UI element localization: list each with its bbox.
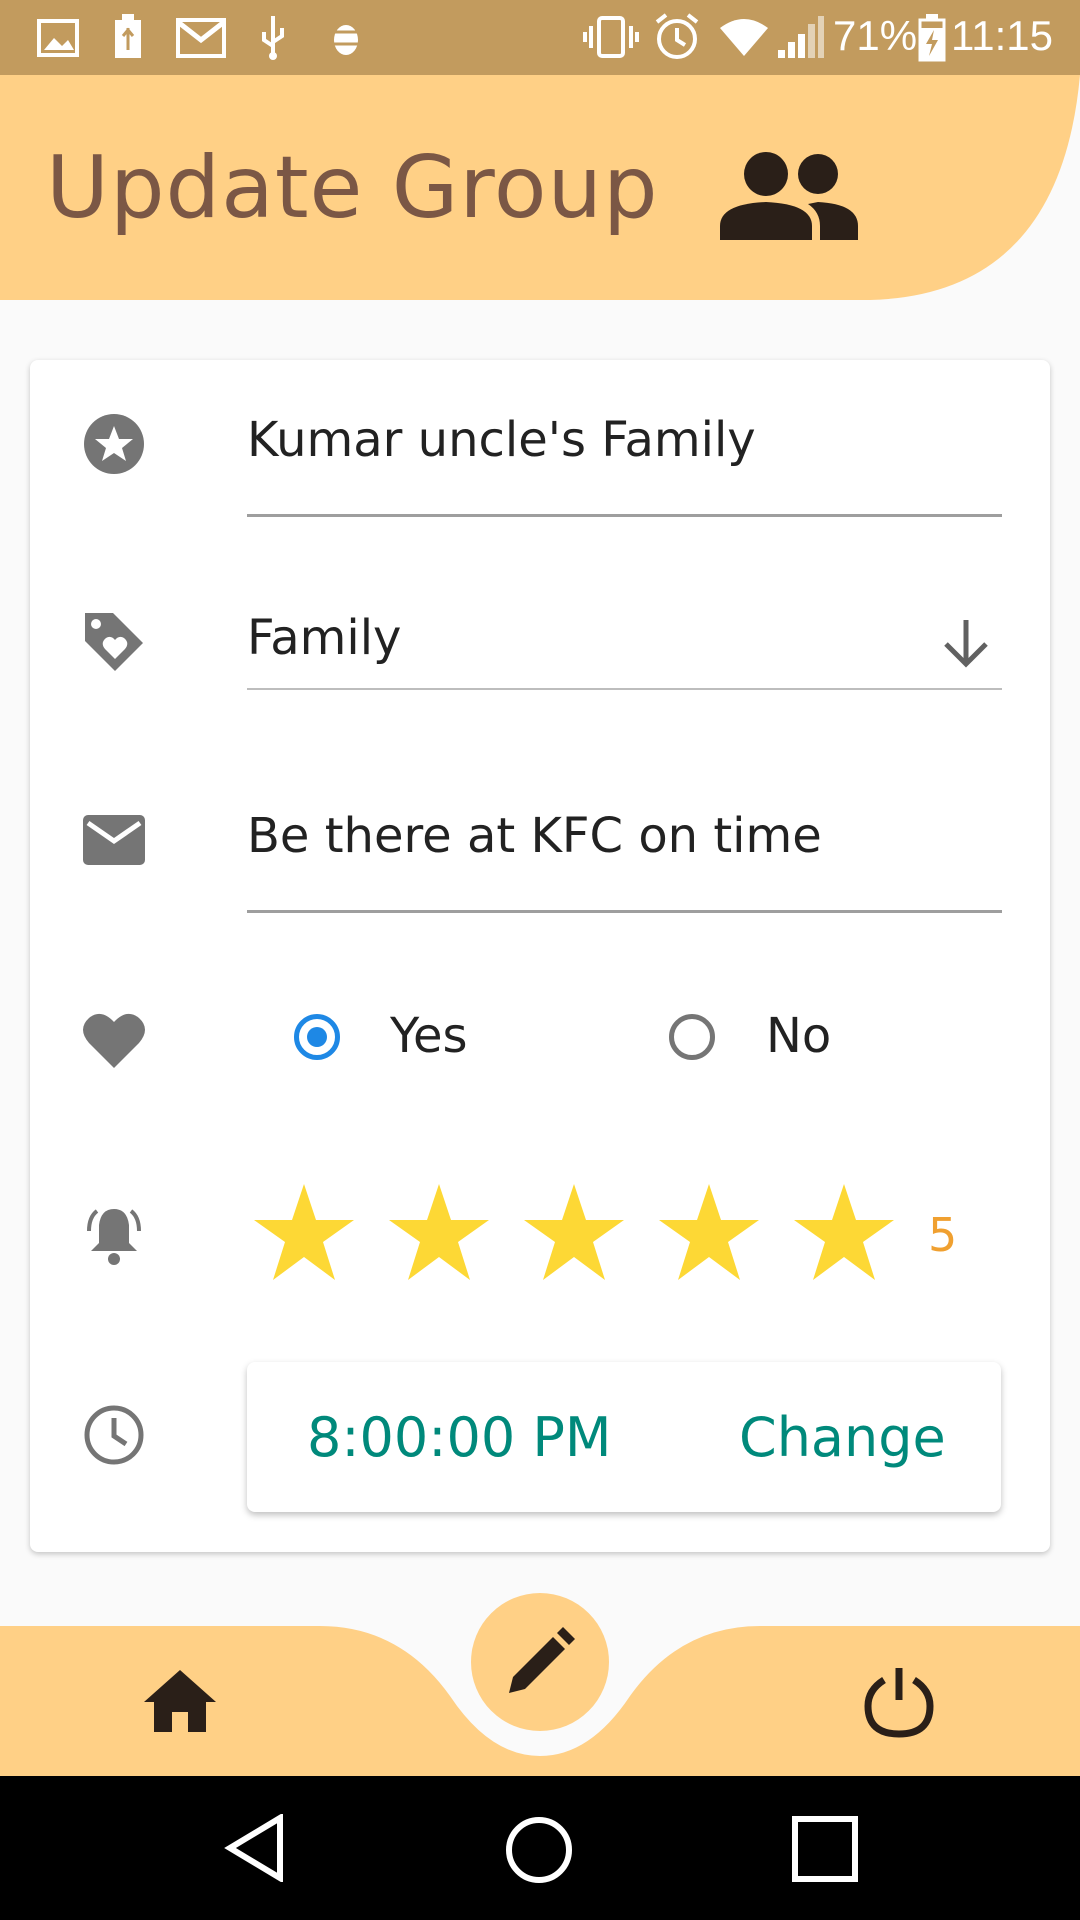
time-picker-box: 8:00:00 PM Change [247, 1362, 1001, 1512]
page-title: Update Group [46, 138, 659, 238]
power-icon[interactable] [864, 1666, 934, 1738]
radio-no-label[interactable]: No [766, 1008, 831, 1064]
name-underline [247, 514, 1002, 517]
alarm-icon [655, 13, 699, 59]
android-debug-icon [330, 25, 362, 55]
message-input[interactable]: Be there at KFC on time [247, 808, 822, 864]
edit-icon [509, 1627, 575, 1693]
recents-icon[interactable] [792, 1816, 858, 1882]
rating-star-2[interactable] [387, 1182, 491, 1282]
image-icon [37, 19, 79, 57]
rating-star-1[interactable] [252, 1182, 356, 1282]
group-name-input[interactable]: Kumar uncle's Family [247, 412, 756, 468]
battery-percent: 71% [833, 12, 918, 59]
group-icon [720, 152, 858, 240]
category-dropdown[interactable]: Family [247, 610, 401, 666]
category-underline [247, 688, 1002, 690]
home-icon[interactable] [142, 1668, 218, 1734]
message-underline [247, 910, 1002, 913]
rating-star-3[interactable] [522, 1182, 626, 1282]
back-icon[interactable] [224, 1814, 286, 1882]
change-time-button[interactable]: Change [739, 1406, 946, 1469]
clock-icon [84, 1405, 144, 1465]
wifi-icon [720, 19, 768, 56]
rating-star-5[interactable] [792, 1182, 896, 1282]
usb-icon [262, 16, 284, 60]
signal-icon [778, 16, 824, 58]
rating-value: 5 [928, 1208, 958, 1262]
bell-icon [87, 1209, 141, 1265]
mail-icon [83, 815, 145, 865]
radio-no[interactable] [669, 1014, 715, 1060]
home-circle-icon[interactable] [505, 1816, 573, 1884]
arrow-down-icon[interactable] [940, 616, 992, 668]
status-bar: 71% 11:15 [0, 0, 1080, 75]
rating-star-4[interactable] [657, 1182, 761, 1282]
battery-charging-icon [918, 14, 946, 62]
vibrate-icon [583, 16, 639, 58]
time-value: 8:00:00 PM [307, 1406, 612, 1469]
tag-heart-icon [85, 613, 143, 671]
battery-usb-icon [115, 14, 141, 58]
radio-yes[interactable] [294, 1014, 340, 1060]
radio-yes-label[interactable]: Yes [390, 1008, 467, 1064]
gmail-icon [176, 18, 226, 58]
clock-time: 11:15 [951, 12, 1053, 59]
system-navigation-bar [0, 1776, 1080, 1920]
edit-fab[interactable] [471, 1593, 609, 1731]
star-circle-icon [84, 414, 144, 474]
heart-icon [83, 1013, 145, 1068]
